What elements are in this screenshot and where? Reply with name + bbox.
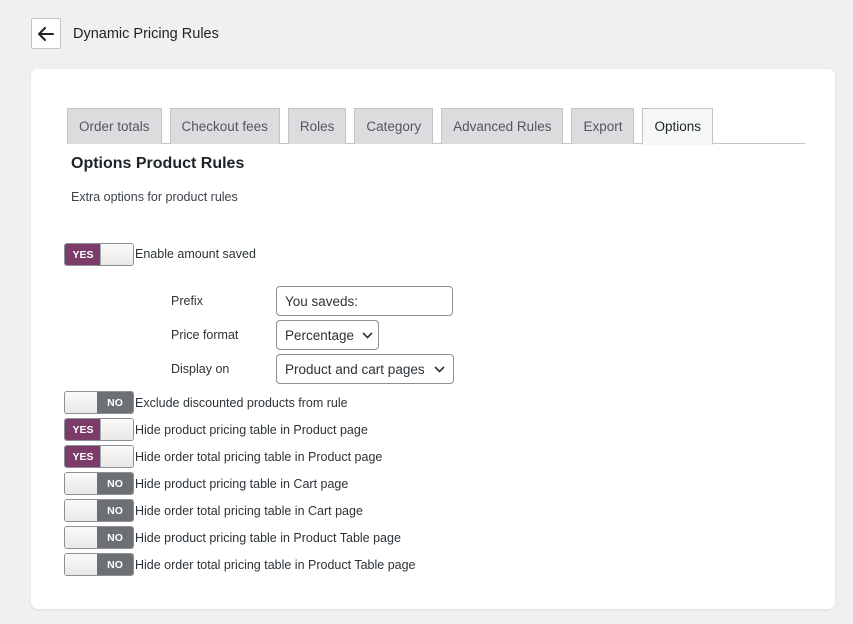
price-format-value: Percentage [285, 327, 355, 343]
option-row: NO [64, 391, 134, 414]
option-label: Exclude discounted products from rule [135, 396, 348, 410]
section-description: Extra options for product rules [71, 190, 238, 204]
price-format-label: Price format [171, 328, 239, 342]
option-row: YES [64, 418, 134, 441]
toggle-knob [100, 419, 133, 440]
toggle-knob [65, 392, 98, 413]
tab-options[interactable]: Options [642, 108, 714, 145]
hide-order-total-table-product-page-toggle[interactable]: YES [64, 445, 134, 468]
toggle-state: YES [65, 419, 101, 440]
tab-label: Category [366, 119, 422, 134]
page-header: Dynamic Pricing Rules [31, 18, 219, 49]
tab-category[interactable]: Category [354, 108, 434, 144]
enable-amount-saved-toggle[interactable]: YES [64, 243, 134, 266]
prefix-value: You saveds: [285, 293, 359, 309]
toggle-knob [65, 527, 98, 548]
prefix-input[interactable]: You saveds: [276, 286, 453, 316]
option-label: Hide order total pricing table in Produc… [135, 558, 416, 572]
tab-label: Export [583, 119, 623, 134]
option-row: NO [64, 499, 134, 522]
toggle-state: NO [97, 473, 133, 494]
toggle-state: NO [97, 392, 133, 413]
chevron-down-icon [434, 365, 445, 373]
prefix-label: Prefix [171, 294, 203, 308]
tab-label: Order totals [79, 119, 150, 134]
toggle-knob [100, 446, 133, 467]
option-label: Hide order total pricing table in Cart p… [135, 504, 363, 518]
toggle-state: NO [97, 527, 133, 548]
option-label: Hide order total pricing table in Produc… [135, 450, 383, 464]
option-row: NO [64, 526, 134, 549]
toggle-knob [100, 244, 133, 265]
tab-checkout-fees[interactable]: Checkout fees [169, 108, 280, 144]
option-label: Hide product pricing table in Cart page [135, 477, 349, 491]
enable-amount-saved-label: Enable amount saved [135, 247, 256, 261]
enable-amount-saved-row: YES [64, 243, 134, 266]
hide-product-table-product-page-toggle[interactable]: YES [64, 418, 134, 441]
toggle-knob [65, 500, 98, 521]
toggle-state: NO [97, 554, 133, 575]
tab-label: Options [654, 119, 702, 134]
tab-bar: Order totals Checkout fees Roles Categor… [67, 108, 805, 145]
tab-roles[interactable]: Roles [287, 108, 347, 144]
section-title: Options Product Rules [71, 155, 245, 172]
arrow-left-icon [38, 26, 54, 41]
tab-order-totals[interactable]: Order totals [67, 108, 162, 144]
option-label: Hide product pricing table in Product pa… [135, 423, 368, 437]
price-format-select[interactable]: Percentage [276, 320, 379, 350]
hide-order-total-table-cart-page-toggle[interactable]: NO [64, 499, 134, 522]
back-button[interactable] [31, 18, 61, 49]
chevron-down-icon [362, 331, 373, 339]
option-row: YES [64, 445, 134, 468]
toggle-state: NO [97, 500, 133, 521]
toggle-state: YES [65, 244, 101, 265]
exclude-discounted-toggle[interactable]: NO [64, 391, 134, 414]
settings-card: Order totals Checkout fees Roles Categor… [31, 69, 835, 609]
tab-label: Advanced Rules [453, 119, 552, 134]
option-row: NO [64, 472, 134, 495]
display-on-select[interactable]: Product and cart pages [276, 354, 454, 384]
hide-order-total-table-product-table-page-toggle[interactable]: NO [64, 553, 134, 576]
tab-label: Roles [299, 119, 335, 134]
toggle-state: YES [65, 446, 101, 467]
tab-export[interactable]: Export [571, 108, 635, 144]
option-row: NO [64, 553, 134, 576]
toggle-knob [65, 473, 98, 494]
display-on-label: Display on [171, 362, 230, 376]
page-title: Dynamic Pricing Rules [73, 25, 219, 42]
option-label: Hide product pricing table in Product Ta… [135, 531, 401, 545]
tab-advanced-rules[interactable]: Advanced Rules [441, 108, 564, 144]
display-on-value: Product and cart pages [285, 361, 425, 377]
toggle-knob [65, 554, 98, 575]
tab-label: Checkout fees [181, 119, 268, 134]
hide-product-table-product-table-page-toggle[interactable]: NO [64, 526, 134, 549]
hide-product-table-cart-page-toggle[interactable]: NO [64, 472, 134, 495]
